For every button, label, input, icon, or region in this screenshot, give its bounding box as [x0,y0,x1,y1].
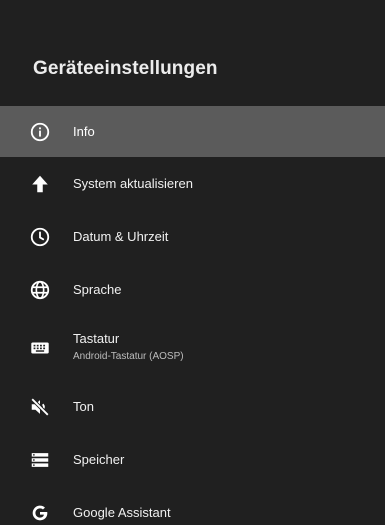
settings-item-label: Google Assistant [73,505,171,520]
settings-item-text: Speicher [73,452,371,467]
settings-item-text: Google Assistant [73,505,371,520]
settings-list: Info System aktualisieren Datum & Uhrzei… [0,106,385,525]
settings-item-text: Ton [73,399,371,414]
globe-icon [29,279,51,301]
keyboard-icon [29,337,51,359]
settings-screen: Geräteeinstellungen Info System aktualis… [0,0,385,525]
volume-off-icon [29,396,51,418]
settings-item-google-assistant[interactable]: Google Assistant [0,486,385,525]
settings-item-text: System aktualisieren [73,176,371,191]
settings-item-keyboard[interactable]: Tastatur Android-Tastatur (AOSP) [0,316,385,380]
settings-item-sublabel: Android-Tastatur (AOSP) [73,351,184,362]
google-g-icon [29,502,51,524]
settings-item-system-update[interactable]: System aktualisieren [0,157,385,210]
settings-item-label: Info [73,124,95,139]
settings-item-label: Speicher [73,452,125,467]
arrow-up-icon [29,173,51,195]
page-title: Geräteeinstellungen [33,58,218,79]
settings-item-text: Datum & Uhrzeit [73,229,371,244]
settings-item-sound[interactable]: Ton [0,380,385,433]
settings-item-storage[interactable]: Speicher [0,433,385,486]
settings-item-label: Datum & Uhrzeit [73,229,169,244]
settings-item-label: Tastatur [73,331,120,346]
settings-item-label: Ton [73,399,94,414]
storage-icon [29,449,51,471]
info-icon [29,121,51,143]
settings-item-text: Info [73,124,371,139]
settings-item-date-time[interactable]: Datum & Uhrzeit [0,210,385,263]
settings-item-text: Tastatur Android-Tastatur (AOSP) [73,331,371,362]
clock-icon [29,226,51,248]
header: Geräteeinstellungen [0,0,385,106]
settings-item-text: Sprache [73,282,371,297]
settings-item-label: Sprache [73,282,122,297]
settings-item-label: System aktualisieren [73,176,193,191]
settings-item-language[interactable]: Sprache [0,263,385,316]
settings-item-info[interactable]: Info [0,106,385,157]
